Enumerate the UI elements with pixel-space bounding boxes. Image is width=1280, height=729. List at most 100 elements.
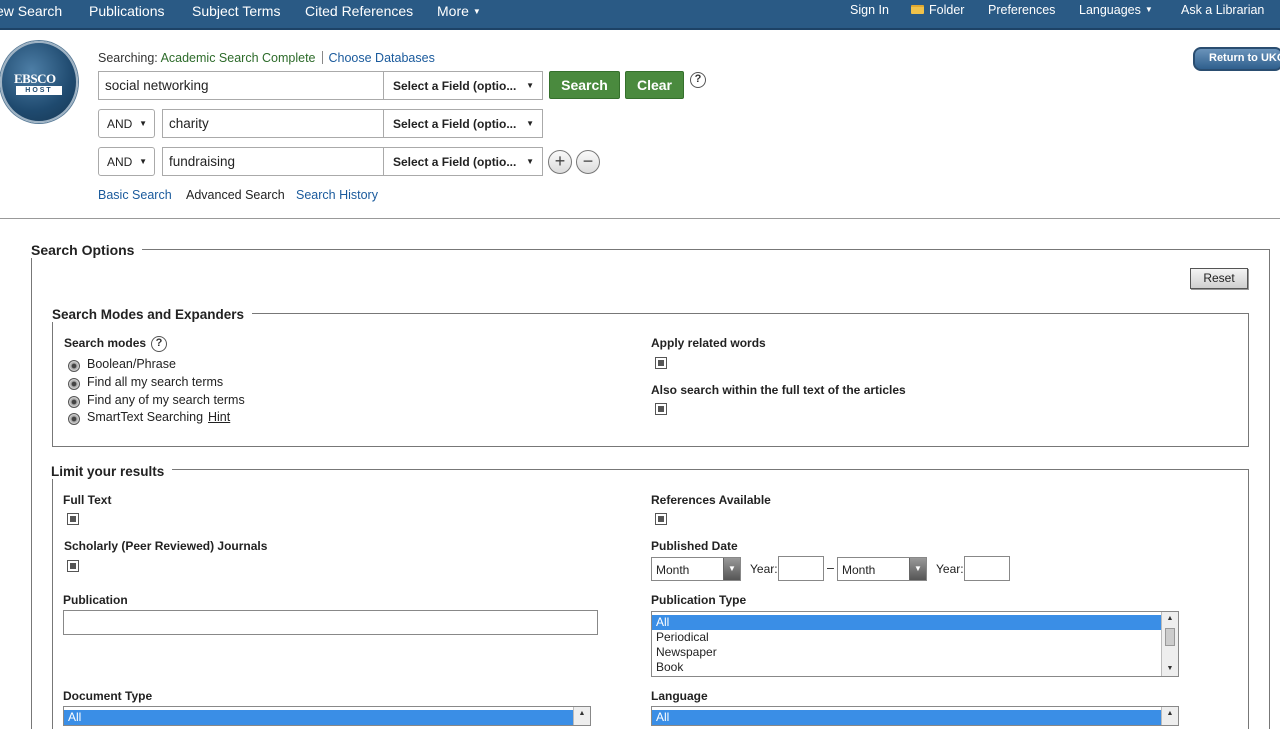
reset-button[interactable]: Reset [1190, 268, 1248, 289]
clear-button[interactable]: Clear [625, 71, 684, 99]
list-item[interactable]: All [652, 710, 1178, 725]
list-item[interactable]: Book [652, 660, 1178, 675]
divider [0, 218, 1280, 219]
scroll-up-icon[interactable]: ▲ [1162, 707, 1178, 721]
chevron-down-icon: ▼ [1144, 5, 1153, 14]
field-select-label: Select a Field (optio... [393, 117, 517, 131]
operator-label: AND [107, 117, 133, 131]
nav-folder-label: Folder [929, 3, 965, 17]
scroll-thumb[interactable] [1165, 628, 1175, 646]
scroll-up-icon[interactable]: ▲ [1162, 612, 1178, 626]
apply-related-checkbox[interactable] [655, 357, 667, 369]
search-modes-panel [52, 313, 1249, 447]
advanced-search-link[interactable]: Advanced Search [186, 188, 285, 202]
search-term-input-2[interactable]: charity [162, 109, 384, 138]
nav-new-search[interactable]: ew Search [0, 3, 62, 19]
searching-line: Searching: Academic Search Complete Choos… [98, 51, 435, 65]
limit-results-title: Limit your results [51, 464, 173, 479]
references-available-checkbox[interactable] [655, 513, 667, 525]
operator-label: AND [107, 155, 133, 169]
year-label: Year: [936, 562, 964, 576]
help-icon[interactable]: ? [690, 72, 706, 88]
searching-label: Searching: [98, 51, 158, 65]
nav-subject-terms[interactable]: Subject Terms [192, 3, 280, 19]
published-from-year-input[interactable] [778, 556, 824, 581]
mode-label-find-all: Find all my search terms [87, 375, 224, 389]
search-history-link[interactable]: Search History [296, 188, 378, 202]
list-item[interactable]: Newspaper [652, 645, 1178, 660]
search-term-input-1[interactable]: social networking [98, 71, 384, 100]
nav-ask-librarian[interactable]: Ask a Librarian [1181, 3, 1264, 17]
full-text-label: Full Text [63, 493, 112, 507]
field-select-label: Select a Field (optio... [393, 79, 517, 93]
list-item[interactable]: Periodical [652, 630, 1178, 645]
document-type-label: Document Type [63, 689, 153, 703]
ebscohost-logo[interactable]: EBSCO HOST [0, 41, 78, 123]
list-item[interactable]: All [64, 710, 590, 725]
scholarly-checkbox[interactable] [67, 560, 79, 572]
chevron-down-icon: ▼ [526, 119, 534, 128]
language-listbox[interactable]: All ▲ [651, 706, 1179, 726]
search-modes-title: Search Modes and Expanders [52, 307, 253, 322]
logo-subtext: HOST [16, 86, 62, 95]
nav-more-label: More [437, 3, 469, 19]
nav-sign-in[interactable]: Sign In [850, 3, 889, 17]
return-button[interactable]: Return to UKC [1193, 47, 1280, 71]
published-from-month-select[interactable]: Month ▼ [651, 557, 741, 581]
operator-select-2[interactable]: AND ▼ [98, 109, 155, 138]
nav-folder[interactable]: Folder [911, 3, 964, 17]
nav-cited-references[interactable]: Cited References [305, 3, 413, 19]
add-row-icon[interactable]: + [548, 150, 572, 174]
month-label: Month [656, 563, 690, 577]
published-to-year-input[interactable] [964, 556, 1010, 581]
nav-preferences[interactable]: Preferences [988, 3, 1055, 17]
search-term-input-3[interactable]: fundraising [162, 147, 384, 176]
database-name: Academic Search Complete [160, 51, 316, 65]
chevron-down-icon: ▼ [526, 81, 534, 90]
basic-search-link[interactable]: Basic Search [98, 188, 172, 202]
scrollbar[interactable]: ▲ ▼ [1161, 612, 1178, 676]
mode-label-find-any: Find any of my search terms [87, 393, 245, 407]
full-text-checkbox[interactable] [67, 513, 79, 525]
field-select-1[interactable]: Select a Field (optio... ▼ [384, 71, 543, 100]
scholarly-label: Scholarly (Peer Reviewed) Journals [64, 539, 268, 553]
also-fulltext-checkbox[interactable] [655, 403, 667, 415]
chevron-down-icon: ▼ [472, 7, 481, 16]
field-select-2[interactable]: Select a Field (optio... ▼ [384, 109, 543, 138]
published-to-month-select[interactable]: Month ▼ [837, 557, 927, 581]
operator-select-3[interactable]: AND ▼ [98, 147, 155, 176]
field-select-3[interactable]: Select a Field (optio... ▼ [384, 147, 543, 176]
scroll-up-icon[interactable]: ▲ [574, 707, 590, 721]
mode-label-boolean: Boolean/Phrase [87, 357, 176, 371]
search-button[interactable]: Search [549, 71, 620, 99]
remove-row-icon[interactable]: − [576, 150, 600, 174]
year-label: Year: [750, 562, 778, 576]
scrollbar[interactable]: ▲ [573, 707, 590, 725]
field-select-label: Select a Field (optio... [393, 155, 517, 169]
nav-publications[interactable]: Publications [89, 3, 165, 19]
document-type-listbox[interactable]: All ▲ [63, 706, 591, 726]
radio-find-all[interactable] [68, 378, 80, 390]
mode-label-smarttext: SmartText Searching [87, 410, 204, 424]
date-dash: – [827, 561, 834, 575]
choose-databases-link[interactable]: Choose Databases [329, 51, 435, 65]
nav-languages[interactable]: Languages ▼ [1079, 3, 1153, 17]
list-item[interactable]: All [652, 615, 1178, 630]
radio-smarttext[interactable] [68, 413, 80, 425]
chevron-down-icon: ▼ [526, 157, 534, 166]
separator [321, 51, 323, 64]
publication-type-listbox[interactable]: All Periodical Newspaper Book ▲ ▼ [651, 611, 1179, 677]
scroll-down-icon[interactable]: ▼ [1162, 662, 1178, 676]
help-icon[interactable]: ? [151, 336, 167, 352]
logo-text: EBSCO [14, 71, 56, 86]
radio-find-any[interactable] [68, 396, 80, 408]
hint-link[interactable]: Hint [208, 410, 230, 424]
nav-languages-label: Languages [1079, 3, 1141, 17]
publication-label: Publication [63, 593, 128, 607]
publication-input[interactable] [63, 610, 598, 635]
folder-icon [911, 5, 924, 14]
scrollbar[interactable]: ▲ [1161, 707, 1178, 725]
nav-more[interactable]: More ▼ [437, 3, 481, 19]
radio-boolean-phrase[interactable] [68, 360, 80, 372]
published-date-label: Published Date [651, 539, 738, 553]
